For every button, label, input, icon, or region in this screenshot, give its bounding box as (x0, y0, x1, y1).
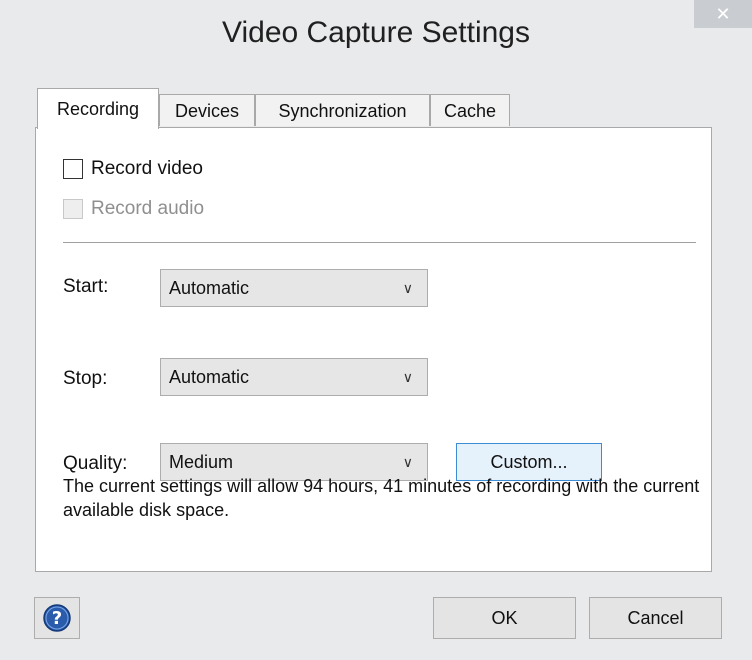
stop-select[interactable]: Automatic ∨ (160, 358, 428, 396)
ok-button[interactable]: OK (433, 597, 576, 639)
tab-recording-label: Recording (56, 99, 140, 119)
start-label: Start: (63, 276, 109, 297)
ok-button-label: OK (491, 608, 518, 628)
tab-cache[interactable]: Cache (430, 94, 510, 126)
chevron-down-icon: ∨ (402, 280, 413, 296)
cancel-button[interactable]: Cancel (589, 597, 722, 639)
quality-label: Quality: (63, 453, 128, 474)
tab-synchronization[interactable]: Synchronization (255, 94, 430, 126)
tab-devices-label: Devices (174, 101, 240, 121)
quality-select-value: Medium (169, 452, 234, 472)
start-select[interactable]: Automatic ∨ (160, 269, 428, 307)
divider (63, 242, 696, 243)
svg-text:?: ? (52, 608, 62, 629)
cancel-button-label: Cancel (627, 608, 684, 628)
help-icon: ? (43, 604, 71, 632)
tab-devices[interactable]: Devices (159, 94, 255, 126)
chevron-down-icon: ∨ (402, 369, 413, 385)
title-bar: Video Capture Settings ✕ (0, 0, 752, 68)
window-title: Video Capture Settings (222, 16, 530, 49)
close-button[interactable]: ✕ (694, 0, 752, 28)
help-button[interactable]: ? (34, 597, 80, 639)
record-video-checkbox[interactable] (63, 159, 83, 179)
record-audio-checkbox (63, 199, 83, 219)
record-video-row[interactable]: Record video (63, 158, 203, 180)
stop-label: Stop: (63, 368, 108, 389)
tab-cache-label: Cache (443, 101, 497, 121)
custom-button-label: Custom... (490, 452, 568, 472)
info-text: The current settings will allow 94 hours… (63, 476, 700, 520)
record-video-label: Record video (91, 158, 203, 179)
recording-panel: Record video Record audio Start: Automat… (35, 127, 712, 572)
stop-select-value: Automatic (169, 367, 250, 387)
record-audio-label: Record audio (91, 198, 205, 219)
close-icon: ✕ (715, 4, 731, 24)
tab-recording[interactable]: Recording (37, 88, 159, 129)
start-select-value: Automatic (169, 278, 250, 298)
tab-synchronization-label: Synchronization (278, 101, 407, 121)
record-audio-row: Record audio (63, 198, 204, 220)
